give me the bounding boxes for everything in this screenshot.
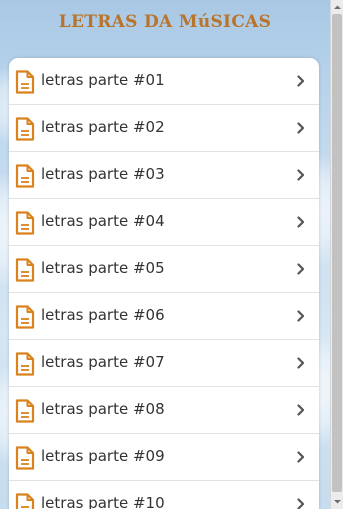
list-item-label: letras parte #06 xyxy=(41,306,165,324)
list-item-label: letras parte #05 xyxy=(41,259,165,277)
chevron-right-icon xyxy=(297,404,305,416)
chevron-right-icon xyxy=(297,310,305,322)
list-item-08[interactable]: letras parte #08 xyxy=(9,387,319,434)
chevron-right-icon xyxy=(297,122,305,134)
list-item-02[interactable]: letras parte #02 xyxy=(9,105,319,152)
document-icon xyxy=(15,211,35,235)
list-item-03[interactable]: letras parte #03 xyxy=(9,152,319,199)
document-icon xyxy=(15,399,35,423)
document-icon xyxy=(15,493,35,509)
document-icon xyxy=(15,258,35,282)
list-item-label: letras parte #07 xyxy=(41,353,165,371)
document-icon xyxy=(15,117,35,141)
vertical-scrollbar[interactable] xyxy=(330,0,343,509)
list-item-label: letras parte #04 xyxy=(41,212,165,230)
page-title: LETRAS DA MúSICAS xyxy=(58,12,272,32)
list-item-label: letras parte #01 xyxy=(41,71,165,89)
scrollbar-thumb[interactable] xyxy=(332,14,342,492)
list-item-07[interactable]: letras parte #07 xyxy=(9,340,319,387)
document-icon xyxy=(15,164,35,188)
chevron-right-icon xyxy=(297,216,305,228)
document-icon xyxy=(15,305,35,329)
chevron-right-icon xyxy=(297,451,305,463)
document-icon xyxy=(15,446,35,470)
chevron-right-icon xyxy=(297,498,305,509)
list-item-04[interactable]: letras parte #04 xyxy=(9,199,319,246)
list-item-label: letras parte #09 xyxy=(41,447,165,465)
list-item-label: letras parte #08 xyxy=(41,400,165,418)
chevron-right-icon xyxy=(297,169,305,181)
list-item-06[interactable]: letras parte #06 xyxy=(9,293,319,340)
list-item-09[interactable]: letras parte #09 xyxy=(9,434,319,481)
chevron-right-icon xyxy=(297,75,305,87)
list-item-label: letras parte #02 xyxy=(41,118,165,136)
list-item-05[interactable]: letras parte #05 xyxy=(9,246,319,293)
songs-list: letras parte #01 letras parte #02 letras… xyxy=(9,58,319,509)
list-item-01[interactable]: letras parte #01 xyxy=(9,58,319,105)
document-icon xyxy=(15,352,35,376)
list-item-10[interactable]: letras parte #10 xyxy=(9,481,319,509)
list-item-label: letras parte #10 xyxy=(41,494,165,509)
scroll-down-arrow-icon[interactable] xyxy=(332,496,343,507)
chevron-right-icon xyxy=(297,357,305,369)
document-icon xyxy=(15,70,35,94)
list-item-label: letras parte #03 xyxy=(41,165,165,183)
chevron-right-icon xyxy=(297,263,305,275)
scroll-up-arrow-icon[interactable] xyxy=(332,2,343,13)
